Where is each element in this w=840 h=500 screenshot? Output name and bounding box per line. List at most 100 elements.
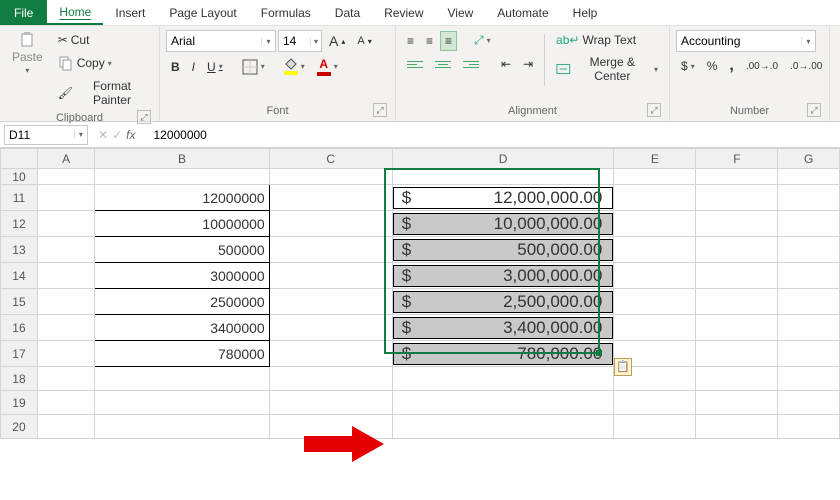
wrap-text-button[interactable]: ab↵ Wrap Text — [551, 30, 663, 50]
number-format-combo[interactable]: ▾ — [676, 30, 816, 52]
cell[interactable] — [778, 237, 840, 263]
italic-button[interactable]: I — [187, 57, 200, 77]
cell[interactable] — [614, 315, 696, 341]
cell[interactable] — [37, 169, 94, 185]
tab-automate[interactable]: Automate — [485, 0, 560, 25]
cell[interactable] — [269, 263, 392, 289]
cell[interactable]: 12000000 — [95, 185, 269, 211]
cell[interactable] — [269, 211, 392, 237]
cell[interactable]: 500000 — [95, 237, 269, 263]
row-header[interactable]: 15 — [1, 289, 38, 315]
align-bottom-button[interactable]: ≡ — [440, 31, 457, 51]
font-name-input[interactable] — [167, 34, 261, 48]
cell[interactable] — [269, 391, 392, 415]
cell[interactable]: $780,000.00 — [392, 341, 614, 367]
formula-input[interactable] — [147, 128, 840, 142]
row-header[interactable]: 11 — [1, 185, 38, 211]
col-header[interactable]: F — [696, 149, 778, 169]
cell[interactable] — [778, 185, 840, 211]
underline-button[interactable]: U▾ — [202, 57, 228, 77]
cell[interactable] — [696, 315, 778, 341]
tab-help[interactable]: Help — [561, 0, 610, 25]
cell[interactable] — [696, 415, 778, 439]
decrease-indent-button[interactable]: ⇤ — [496, 54, 516, 74]
increase-indent-button[interactable]: ⇥ — [518, 54, 538, 74]
tab-page-layout[interactable]: Page Layout — [157, 0, 248, 25]
cell[interactable] — [95, 391, 269, 415]
copy-button[interactable]: Copy ▾ — [53, 52, 153, 74]
cell[interactable]: 10000000 — [95, 211, 269, 237]
name-box[interactable]: ▾ — [4, 125, 88, 145]
cell[interactable] — [269, 415, 392, 439]
tab-review[interactable]: Review — [372, 0, 435, 25]
clipboard-launcher[interactable]: ⤢ — [137, 110, 151, 124]
cell[interactable] — [95, 169, 269, 185]
tab-home[interactable]: Home — [47, 0, 103, 25]
cell[interactable] — [269, 237, 392, 263]
col-header[interactable]: B — [95, 149, 269, 169]
cell[interactable] — [614, 415, 696, 439]
paste-button[interactable]: Paste ▾ — [6, 30, 49, 77]
increase-decimal-button[interactable]: .00→.0 — [741, 58, 783, 75]
cell[interactable] — [269, 367, 392, 391]
align-right-button[interactable] — [458, 53, 484, 75]
orientation-button[interactable]: ⤢▾ — [469, 30, 496, 51]
accounting-format-button[interactable]: $▾ — [676, 56, 700, 76]
row-header[interactable]: 14 — [1, 263, 38, 289]
cell[interactable] — [269, 185, 392, 211]
row-header[interactable]: 10 — [1, 169, 38, 185]
cell[interactable] — [614, 237, 696, 263]
cell[interactable] — [37, 391, 94, 415]
cell[interactable] — [778, 341, 840, 367]
cell[interactable] — [392, 367, 614, 391]
comma-format-button[interactable]: , — [724, 54, 738, 78]
cell[interactable]: $2,500,000.00 — [392, 289, 614, 315]
selection-fill-handle[interactable] — [596, 350, 602, 356]
cell[interactable] — [37, 341, 94, 367]
row-header[interactable]: 19 — [1, 391, 38, 415]
worksheet-grid[interactable]: A B C D E F G 101112000000$12,000,000.00… — [0, 148, 840, 439]
cell[interactable] — [778, 315, 840, 341]
chevron-down-icon[interactable]: ▾ — [261, 37, 275, 46]
align-left-button[interactable] — [402, 53, 428, 75]
tab-file[interactable]: File — [0, 0, 47, 25]
chevron-down-icon[interactable]: ▾ — [801, 37, 815, 46]
col-header[interactable]: A — [37, 149, 94, 169]
font-size-combo[interactable]: ▾ — [278, 30, 322, 52]
cell[interactable] — [95, 367, 269, 391]
cell[interactable]: $10,000,000.00 — [392, 211, 614, 237]
decrease-font-button[interactable]: A▾ — [352, 32, 376, 50]
cell[interactable] — [696, 185, 778, 211]
cell[interactable] — [614, 391, 696, 415]
cancel-formula-icon[interactable]: ✕ — [98, 128, 108, 142]
cell[interactable] — [37, 315, 94, 341]
format-painter-button[interactable]: 🖌 Format Painter — [53, 76, 153, 110]
cut-button[interactable]: ✂ Cut — [53, 30, 153, 50]
enter-formula-icon[interactable]: ✓ — [112, 128, 122, 142]
cell[interactable] — [269, 341, 392, 367]
cell[interactable]: $3,400,000.00 — [392, 315, 614, 341]
cell[interactable] — [696, 391, 778, 415]
font-size-input[interactable] — [279, 34, 310, 48]
cell[interactable] — [696, 289, 778, 315]
cell[interactable] — [37, 415, 94, 439]
chevron-down-icon[interactable]: ▾ — [310, 37, 321, 46]
tab-view[interactable]: View — [436, 0, 486, 25]
cell[interactable] — [696, 341, 778, 367]
cell[interactable] — [37, 367, 94, 391]
cell[interactable] — [778, 211, 840, 237]
number-format-input[interactable] — [677, 34, 801, 48]
cell[interactable] — [778, 169, 840, 185]
cell[interactable] — [778, 415, 840, 439]
cell[interactable] — [37, 263, 94, 289]
cell[interactable] — [269, 169, 392, 185]
cell[interactable] — [696, 237, 778, 263]
cell[interactable] — [696, 169, 778, 185]
name-box-input[interactable] — [5, 128, 74, 142]
row-header[interactable]: 12 — [1, 211, 38, 237]
cell[interactable]: $3,000,000.00 — [392, 263, 614, 289]
cell[interactable] — [614, 289, 696, 315]
col-header[interactable]: G — [778, 149, 840, 169]
font-color-button[interactable]: A ▾ — [312, 54, 343, 79]
col-header[interactable]: D — [392, 149, 614, 169]
